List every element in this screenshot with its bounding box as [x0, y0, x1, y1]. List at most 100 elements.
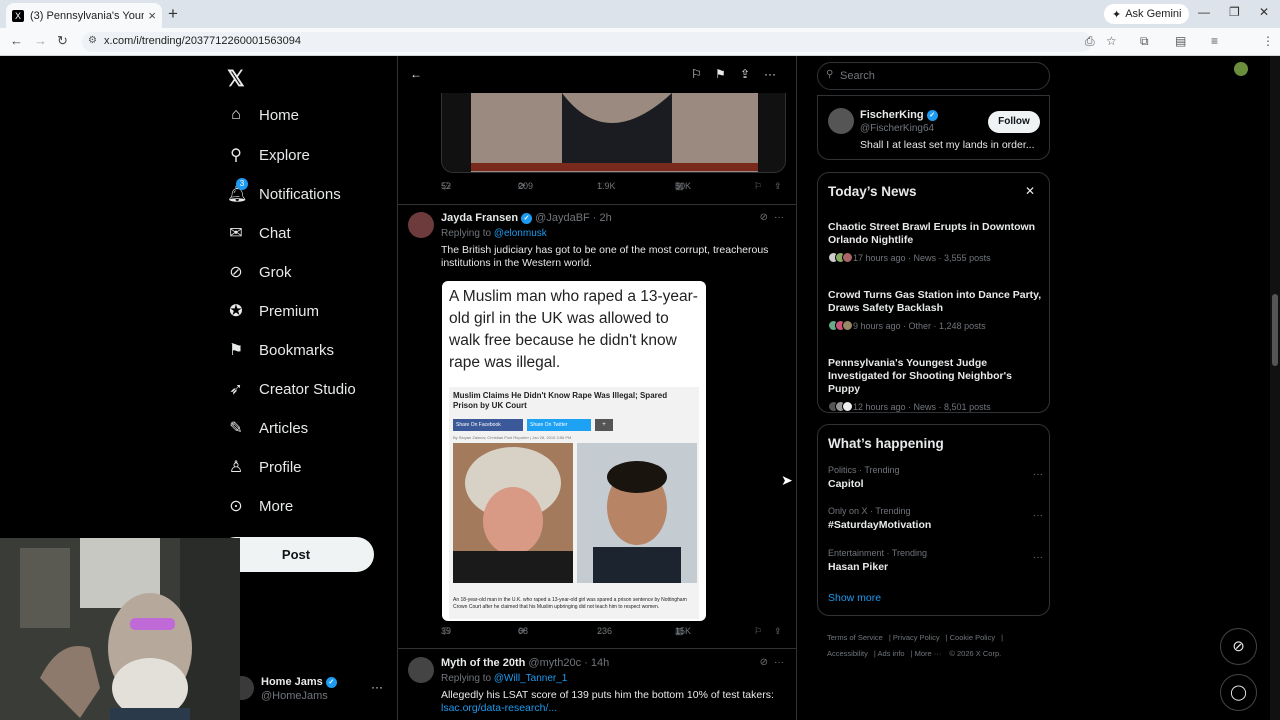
nav-more[interactable]: ⊙ More	[227, 496, 293, 516]
nav-creator-studio[interactable]: ➶ Creator Studio	[227, 379, 355, 399]
share-button[interactable]: ⇪	[774, 181, 782, 192]
scrollbar[interactable]	[1270, 56, 1280, 720]
trend-item[interactable]: Politics · Trending Capitol ···	[828, 465, 1043, 490]
sidepanel-icon[interactable]: ▤	[1175, 34, 1186, 48]
account-more-icon[interactable]: ···	[371, 680, 383, 694]
reload-icon[interactable]: ↻	[57, 33, 68, 49]
close-window-icon[interactable]: ✕	[1259, 5, 1269, 19]
share-button[interactable]: ⇪	[774, 626, 782, 637]
avatar[interactable]	[828, 108, 854, 134]
trend-item[interactable]: Only on X · Trending #SaturdayMotivation…	[828, 506, 1043, 531]
webcam-image	[0, 538, 240, 720]
nav-grok[interactable]: ⊘ Grok	[227, 262, 291, 282]
menu-icon[interactable]: ⋮	[1262, 34, 1274, 48]
forward-icon[interactable]: →	[34, 33, 47, 48]
post-author-name[interactable]: Jayda Fransen	[441, 212, 518, 224]
bookmark-button[interactable]: ⚐	[754, 626, 762, 637]
trend-more-icon[interactable]: ···	[1033, 552, 1043, 563]
mention-link[interactable]: @elonmusk	[494, 228, 547, 239]
article-screenshot: Muslim Claims He Didn't Know Rape Was Il…	[449, 387, 699, 619]
previous-post-image[interactable]	[441, 93, 786, 173]
new-tab-icon[interactable]: +	[168, 4, 178, 24]
verified-icon: ✓	[521, 212, 533, 224]
x-favicon-icon: X	[12, 9, 24, 22]
nav-chat[interactable]: ✉ Chat	[227, 223, 290, 243]
footer-cookie[interactable]: Cookie Policy	[950, 633, 995, 642]
report-flag-icon[interactable]: ⚑	[715, 67, 726, 81]
left-navigation: 𝕏 ⌂ Home ⚲ Explore 🔔︎ 3 Notifications ✉ Chat …	[215, 56, 395, 720]
grok-icon[interactable]: ⊘	[760, 212, 768, 223]
back-arrow-icon[interactable]: ←	[410, 67, 422, 81]
maximize-icon[interactable]: ❐	[1229, 5, 1240, 19]
grok-fab-button[interactable]: ⊘	[1220, 628, 1257, 665]
mouse-cursor-icon: ➤	[781, 472, 793, 488]
avatar[interactable]	[408, 657, 434, 683]
bookmark-icon[interactable]: ⚐	[691, 67, 702, 81]
nav-premium[interactable]: ✪ Premium	[227, 301, 319, 321]
search-input[interactable]: ⚲ Search	[817, 62, 1050, 90]
close-tab-icon[interactable]: ×	[148, 8, 156, 23]
trend-more-icon[interactable]: ···	[1033, 469, 1043, 480]
post-divider	[398, 648, 796, 649]
footer-accessibility[interactable]: Accessibility	[827, 649, 868, 658]
post-author-name[interactable]: Myth of the 20th	[441, 657, 525, 669]
nav-articles[interactable]: ✎ Articles	[227, 418, 308, 438]
bookmark-star-icon[interactable]: ☆	[1106, 34, 1117, 48]
account-switcher[interactable]: Home Jams ✓ @HomeJams ···	[230, 672, 390, 712]
back-icon[interactable]: ←	[10, 33, 23, 48]
news-item[interactable]: Crowd Turns Gas Station into Dance Party…	[828, 289, 1043, 331]
media-icon[interactable]: ≡	[1211, 34, 1218, 48]
post-more-icon[interactable]: ···	[774, 212, 784, 223]
show-more-link[interactable]: Show more	[828, 592, 881, 604]
post-button[interactable]: Post	[218, 537, 374, 572]
x-logo-icon[interactable]: 𝕏	[227, 66, 245, 92]
user-name[interactable]: FischerKing	[860, 109, 924, 121]
mention-link[interactable]: @Will_Tanner_1	[494, 673, 568, 684]
news-item[interactable]: Chaotic Street Brawl Erupts in Downtown …	[828, 221, 1043, 263]
post-more-icon[interactable]: ···	[774, 657, 784, 668]
news-meta: 17 hours ago · News · 3,555 posts	[853, 252, 991, 263]
follow-button[interactable]: Follow	[988, 111, 1040, 133]
footer-terms[interactable]: Terms of Service	[827, 633, 883, 642]
nav-notifications[interactable]: 🔔︎ 3 Notifications	[227, 178, 341, 204]
share-icon[interactable]: ⇪	[740, 67, 750, 81]
more-options-icon[interactable]: ···	[764, 67, 776, 81]
nav-bookmarks[interactable]: ⚑ Bookmarks	[227, 340, 334, 360]
extensions-icon[interactable]: ⧉	[1140, 34, 1149, 49]
bookmark-button[interactable]: ⚐	[754, 181, 762, 192]
grok-icon[interactable]: ⊘	[760, 657, 768, 668]
trend-more-icon[interactable]: ···	[1033, 510, 1043, 521]
post-handle: @JaydaBF · 2h	[535, 212, 612, 224]
nav-profile[interactable]: ♙ Profile	[227, 457, 302, 477]
replying-to: Replying to @elonmusk	[441, 228, 547, 239]
post-jayda-fransen[interactable]: Jayda Fransen ✓ @JaydaBF · 2h ⊘ ··· Repl…	[398, 206, 796, 646]
ask-gemini-button[interactable]: ✦ Ask Gemini	[1104, 4, 1190, 24]
more-icon: ⊙	[229, 498, 243, 515]
post-image[interactable]: A Muslim man who raped a 13-year-old gir…	[442, 281, 706, 621]
avatar[interactable]	[408, 212, 434, 238]
post-text: The British judiciary has got to be one …	[441, 244, 769, 269]
footer-privacy[interactable]: Privacy Policy	[893, 633, 940, 642]
install-icon[interactable]: ⎙	[1085, 34, 1095, 49]
nav-home[interactable]: ⌂ Home	[227, 106, 299, 124]
chat-fab-button[interactable]: ◯	[1220, 674, 1257, 711]
user-handle: @FischerKing64	[860, 123, 935, 134]
trend-item[interactable]: Entertainment · Trending Hasan Piker ···	[828, 548, 1043, 573]
close-icon[interactable]: ✕	[1025, 184, 1035, 198]
post-header: ← ⚐ ⚑ ⇪ ···	[398, 56, 796, 93]
trend-category: Politics · Trending	[828, 465, 900, 475]
footer-copyright: © 2026 X Corp.	[949, 649, 1002, 658]
site-info-icon[interactable]: ⚙	[88, 35, 97, 46]
footer-ads-info[interactable]: Ads info	[877, 649, 904, 658]
footer-more[interactable]: More ···	[915, 649, 942, 658]
post-myth-of-the-20th[interactable]: Myth of the 20th @myth20c · 14h ⊘ ··· Re…	[398, 651, 796, 720]
url-field[interactable]: ⚙ x.com/i/trending/2037712260001563094	[82, 32, 1092, 52]
scrollbar-thumb[interactable]	[1272, 294, 1278, 366]
tab-title: (3) Pennsylvania's Youngest Jud	[30, 9, 145, 22]
post-link[interactable]: lsac.org/data-research/...	[441, 702, 557, 714]
news-item[interactable]: Pennsylvania's Youngest Judge Investigat…	[828, 357, 1043, 412]
browser-tab[interactable]: X (3) Pennsylvania's Youngest Jud ×	[6, 3, 162, 28]
nav-explore[interactable]: ⚲ Explore	[227, 145, 310, 165]
minimize-icon[interactable]: —	[1198, 5, 1210, 19]
profile-avatar[interactable]	[1234, 62, 1248, 76]
